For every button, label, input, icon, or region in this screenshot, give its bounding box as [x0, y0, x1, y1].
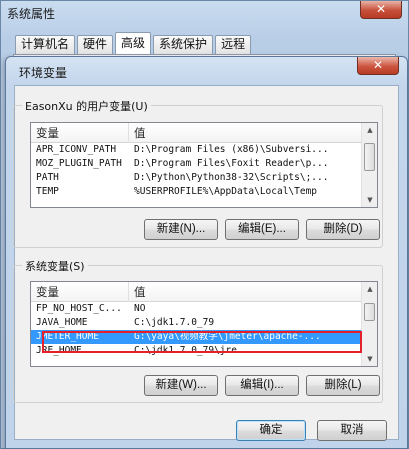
- column-header-variable[interactable]: 变量: [31, 123, 129, 143]
- scroll-thumb[interactable]: [364, 303, 375, 321]
- close-icon: ✕: [372, 58, 384, 72]
- column-header-variable[interactable]: 变量: [31, 282, 129, 302]
- scroll-down-icon[interactable]: ▼: [362, 352, 377, 366]
- close-icon: ✕: [375, 2, 387, 16]
- system-properties-close-button[interactable]: ✕: [360, 1, 402, 19]
- list-item[interactable]: MOZ_PLUGIN_PATH D:\Program Files\Foxit R…: [31, 157, 362, 171]
- list-item[interactable]: APR_ICONV_PATH D:\Program Files (x86)\Su…: [31, 143, 362, 157]
- cancel-button[interactable]: 取消: [317, 420, 387, 441]
- user-list-rows: APR_ICONV_PATH D:\Program Files (x86)\Su…: [31, 143, 362, 199]
- scroll-down-icon[interactable]: ▼: [362, 193, 377, 207]
- tab-remote[interactable]: 远程: [215, 35, 252, 54]
- list-item[interactable]: JAVA_HOME C:\jdk1.7.0_79: [31, 316, 362, 330]
- variable-value: D:\Python\Python38-32\Scripts\;...: [134, 172, 329, 183]
- variable-name: JAVA_HOME: [36, 317, 88, 328]
- tab-system-protection[interactable]: 系统保护: [153, 35, 214, 54]
- variable-value: D:\Program Files (x86)\Subversi...: [134, 144, 329, 155]
- variable-value: NO: [134, 303, 146, 314]
- annotation-highlight-box: [42, 331, 362, 353]
- variable-value: C:\jdk1.7.0_79: [134, 317, 215, 328]
- variable-name: APR_ICONV_PATH: [36, 144, 117, 155]
- system-edit-button[interactable]: 编辑(I)...: [225, 375, 299, 396]
- user-variables-list[interactable]: 变量 值 APR_ICONV_PATH D:\Program Files (x8…: [30, 122, 378, 208]
- ok-button[interactable]: 确定: [236, 420, 306, 441]
- list-item[interactable]: FP_NO_HOST_C... NO: [31, 302, 362, 316]
- system-delete-button[interactable]: 删除(L): [306, 375, 380, 396]
- tab-hardware[interactable]: 硬件: [77, 35, 114, 54]
- scroll-thumb[interactable]: [364, 143, 375, 171]
- user-list-header: 变量 值: [31, 123, 362, 143]
- system-variables-list[interactable]: 变量 值 FP_NO_HOST_C... NO JAVA_HOME C:\jdk…: [30, 281, 378, 367]
- user-variables-label: EasonXu 的用户变量(U): [22, 98, 151, 114]
- column-header-value[interactable]: 值: [129, 123, 362, 143]
- system-properties-tabs: 计算机名 硬件 高级 系统保护 远程: [15, 32, 253, 55]
- scroll-up-icon[interactable]: ▲: [362, 282, 377, 296]
- system-variables-label: 系统变量(S): [22, 258, 88, 274]
- user-list-scrollbar[interactable]: ▲ ▼: [361, 123, 377, 207]
- tab-advanced[interactable]: 高级: [115, 32, 152, 54]
- column-header-value[interactable]: 值: [129, 282, 362, 302]
- variable-name: TEMP: [36, 186, 59, 197]
- user-edit-button[interactable]: 编辑(E)...: [225, 219, 299, 240]
- variable-value: %USERPROFILE%\AppData\Local\Temp: [134, 186, 318, 197]
- list-item[interactable]: PATH D:\Python\Python38-32\Scripts\;...: [31, 171, 362, 185]
- dialog-close-button[interactable]: ✕: [357, 57, 399, 75]
- variable-name: MOZ_PLUGIN_PATH: [36, 158, 122, 169]
- variable-name: FP_NO_HOST_C...: [36, 303, 122, 314]
- scroll-up-icon[interactable]: ▲: [362, 123, 377, 137]
- system-properties-title: 系统属性: [7, 7, 56, 21]
- user-delete-button[interactable]: 删除(D): [306, 219, 380, 240]
- system-new-button[interactable]: 新建(W)...: [144, 375, 218, 396]
- list-item[interactable]: TEMP %USERPROFILE%\AppData\Local\Temp: [31, 185, 362, 199]
- dialog-title: 环境变量: [19, 66, 68, 80]
- tab-computer-name[interactable]: 计算机名: [15, 35, 76, 54]
- system-list-scrollbar[interactable]: ▲ ▼: [361, 282, 377, 366]
- user-new-button[interactable]: 新建(N)...: [144, 219, 218, 240]
- variable-value: D:\Program Files\Foxit Reader\p...: [134, 158, 329, 169]
- variable-name: PATH: [36, 172, 59, 183]
- system-list-header: 变量 值: [31, 282, 362, 302]
